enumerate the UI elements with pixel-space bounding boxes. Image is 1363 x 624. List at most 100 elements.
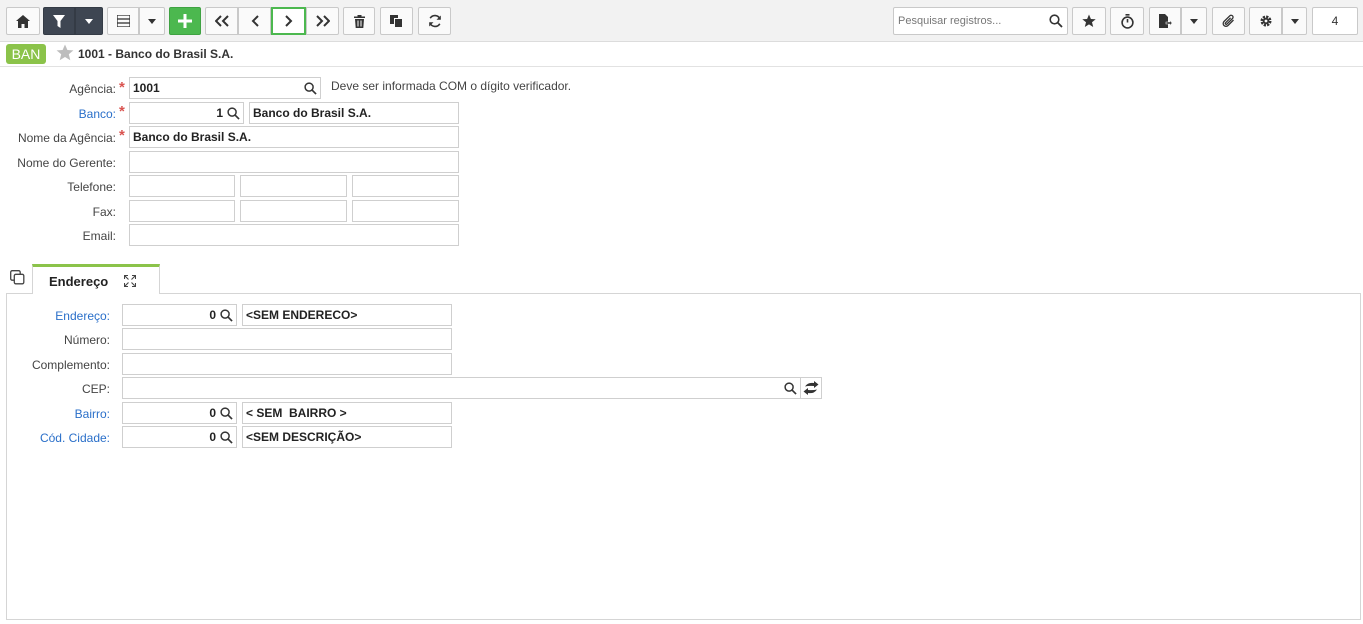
search-icon[interactable] <box>227 107 240 120</box>
endereco-desc-value: <SEM ENDERECO> <box>246 308 358 322</box>
favorite-button[interactable] <box>1072 7 1106 35</box>
cep-field[interactable] <box>122 377 801 399</box>
star-icon <box>1082 14 1096 27</box>
copy-button[interactable] <box>380 7 413 35</box>
telefone-field-2[interactable] <box>240 175 347 197</box>
cidade-desc-value: <SEM DESCRIÇÃO> <box>246 430 362 444</box>
agencia-hint: Deve ser informada COM o dígito verifica… <box>331 79 572 93</box>
next-record-button[interactable] <box>271 7 306 35</box>
endereco-label[interactable]: Endereço: <box>55 309 110 323</box>
page-title: 1001 - Banco do Brasil S.A. <box>78 47 234 61</box>
search-icon[interactable] <box>220 431 233 444</box>
search-input[interactable] <box>894 8 1044 34</box>
add-button[interactable] <box>169 7 201 35</box>
first-record-button[interactable] <box>205 7 238 35</box>
endereco-code-field[interactable]: 0 <box>122 304 237 326</box>
bairro-desc-field: < SEM BAIRRO > <box>242 402 452 424</box>
numero-field[interactable] <box>122 328 452 350</box>
list-view-button[interactable] <box>107 7 139 35</box>
fax-field-1[interactable] <box>129 200 235 222</box>
endereco-desc-field: <SEM ENDERECO> <box>242 304 452 326</box>
search-box[interactable] <box>893 7 1068 35</box>
caret-down-icon <box>1290 18 1299 24</box>
agencia-label: Agência: <box>69 82 116 96</box>
tab-endereco[interactable]: Endereço <box>32 264 160 294</box>
cidade-desc-field: <SEM DESCRIÇÃO> <box>242 426 452 448</box>
export-button[interactable] <box>1149 7 1181 35</box>
collapse-tabs-icon[interactable] <box>10 270 25 285</box>
banco-code-value: 1 <box>216 106 223 120</box>
nome-gerente-field[interactable] <box>129 151 459 173</box>
file-export-icon <box>1158 14 1172 28</box>
required-marker: * <box>119 127 125 144</box>
email-label: Email: <box>82 229 116 243</box>
telefone-field-3[interactable] <box>352 175 459 197</box>
chevron-right-icon <box>284 15 292 27</box>
chevron-left-icon <box>251 15 259 27</box>
telefone-label: Telefone: <box>67 180 116 194</box>
star-icon[interactable] <box>56 44 74 61</box>
endereco-code-value: 0 <box>209 308 216 322</box>
module-badge: BAN <box>6 44 46 64</box>
delete-button[interactable] <box>343 7 375 35</box>
settings-button[interactable] <box>1249 7 1282 35</box>
nome-agencia-value: Banco do Brasil S.A. <box>133 130 252 144</box>
agencia-field[interactable]: 1001 <box>129 77 321 99</box>
double-chevron-right-icon <box>315 15 330 27</box>
tab-endereco-label: Endereço <box>49 274 109 289</box>
search-icon[interactable] <box>220 309 233 322</box>
fax-field-2[interactable] <box>240 200 347 222</box>
exchange-icon <box>803 381 819 395</box>
required-marker: * <box>119 79 125 96</box>
banco-name-field: Banco do Brasil S.A. <box>249 102 459 124</box>
list-icon <box>116 15 130 27</box>
home-icon <box>16 14 30 28</box>
previous-record-button[interactable] <box>238 7 271 35</box>
copy-icon <box>390 14 403 28</box>
bairro-label[interactable]: Bairro: <box>75 407 110 421</box>
fax-field-3[interactable] <box>352 200 459 222</box>
cidade-code-value: 0 <box>209 430 216 444</box>
bairro-code-field[interactable]: 0 <box>122 402 237 424</box>
cidade-label[interactable]: Cód. Cidade: <box>40 431 110 445</box>
nome-agencia-label: Nome da Agência: <box>17 131 116 145</box>
nome-agencia-field[interactable]: Banco do Brasil S.A. <box>129 126 459 148</box>
refresh-button[interactable] <box>418 7 451 35</box>
search-icon[interactable] <box>784 382 797 395</box>
home-button[interactable] <box>6 7 40 35</box>
cep-label: CEP: <box>81 382 110 396</box>
search-icon[interactable] <box>304 82 317 95</box>
banco-name-value: Banco do Brasil S.A. <box>253 106 372 120</box>
complemento-label: Complemento: <box>31 358 110 372</box>
numero-label: Número: <box>63 333 110 347</box>
caret-down-icon <box>85 18 93 24</box>
record-count: 4 <box>1312 7 1358 35</box>
caret-down-icon <box>1190 18 1198 24</box>
stopwatch-icon <box>1120 13 1134 29</box>
gear-icon <box>1260 15 1271 27</box>
banco-label[interactable]: Banco: <box>79 107 116 121</box>
settings-dropdown-button[interactable] <box>1282 7 1307 35</box>
filter-dropdown-button[interactable] <box>75 7 103 35</box>
search-icon[interactable] <box>220 407 233 420</box>
last-record-button[interactable] <box>306 7 339 35</box>
list-dropdown-button[interactable] <box>139 7 165 35</box>
cep-lookup-button[interactable] <box>800 377 822 399</box>
cidade-code-field[interactable]: 0 <box>122 426 237 448</box>
export-dropdown-button[interactable] <box>1181 7 1207 35</box>
search-icon[interactable] <box>1049 14 1063 28</box>
complemento-field[interactable] <box>122 353 452 375</box>
nome-gerente-label: Nome do Gerente: <box>17 156 116 170</box>
title-bar: BAN 1001 - Banco do Brasil S.A. <box>0 42 1363 67</box>
timer-button[interactable] <box>1110 7 1144 35</box>
attach-button[interactable] <box>1212 7 1245 35</box>
plus-icon <box>178 14 192 28</box>
email-field[interactable] <box>129 224 459 246</box>
banco-code-field[interactable]: 1 <box>129 102 244 124</box>
telefone-field-1[interactable] <box>129 175 235 197</box>
expand-icon[interactable] <box>124 275 136 287</box>
bairro-desc-value: < SEM BAIRRO > <box>246 406 347 420</box>
refresh-icon <box>428 14 441 28</box>
fax-label: Fax: <box>92 205 116 219</box>
filter-button[interactable] <box>43 7 75 35</box>
